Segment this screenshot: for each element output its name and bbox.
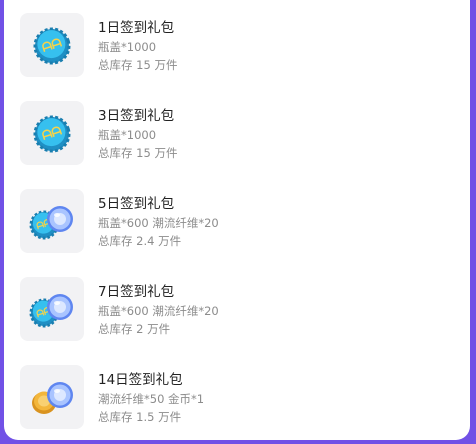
reward-title: 7日签到礼包	[98, 284, 175, 300]
reward-contents: 潮流纤维*50 金币*1	[98, 392, 205, 406]
reward-item-day3[interactable]: ᗩᗩ 3日签到礼包 瓶盖*1000 总库存 15 万件	[20, 101, 460, 167]
reward-item-day5[interactable]: ᗩᗩ 5日签到礼包 瓶盖*600 潮流纤维*20 总库存 2.4 万件	[20, 189, 460, 255]
reward-title: 14日签到礼包	[98, 372, 183, 388]
reward-contents: 瓶盖*1000	[98, 128, 157, 142]
bottle-cap-icon: ᗩᗩ	[20, 101, 84, 165]
reward-stock: 总库存 2 万件	[98, 322, 171, 336]
reward-title: 5日签到礼包	[98, 196, 175, 212]
reward-item-day14[interactable]: 14日签到礼包 潮流纤维*50 金币*1 总库存 1.5 万件	[20, 365, 460, 431]
reward-item-day7[interactable]: ᗩᗩ 7日签到礼包 瓶盖*600 潮流纤维*20 总库存 2 万件	[20, 277, 460, 343]
cap-and-fiber-icon: ᗩᗩ	[20, 189, 84, 253]
reward-stock: 总库存 1.5 万件	[98, 410, 182, 424]
reward-item-day1[interactable]: ᗩᗩ 1日签到礼包 瓶盖*1000 总库存 15 万件	[20, 13, 460, 79]
reward-contents: 瓶盖*1000	[98, 40, 157, 54]
reward-stock: 总库存 2.4 万件	[98, 234, 182, 248]
cap-and-fiber-icon: ᗩᗩ	[20, 277, 84, 341]
coin-and-fiber-icon	[20, 365, 84, 429]
reward-contents: 瓶盖*600 潮流纤维*20	[98, 216, 219, 230]
reward-stock: 总库存 15 万件	[98, 146, 178, 160]
reward-list-card: ᗩᗩ 1日签到礼包 瓶盖*1000 总库存 15 万件 ᗩᗩ 3日签到礼包 瓶盖…	[4, 0, 470, 440]
reward-contents: 瓶盖*600 潮流纤维*20	[98, 304, 219, 318]
bottle-cap-icon: ᗩᗩ	[20, 13, 84, 77]
reward-stock: 总库存 15 万件	[98, 58, 178, 72]
reward-title: 3日签到礼包	[98, 108, 175, 124]
reward-title: 1日签到礼包	[98, 20, 175, 36]
